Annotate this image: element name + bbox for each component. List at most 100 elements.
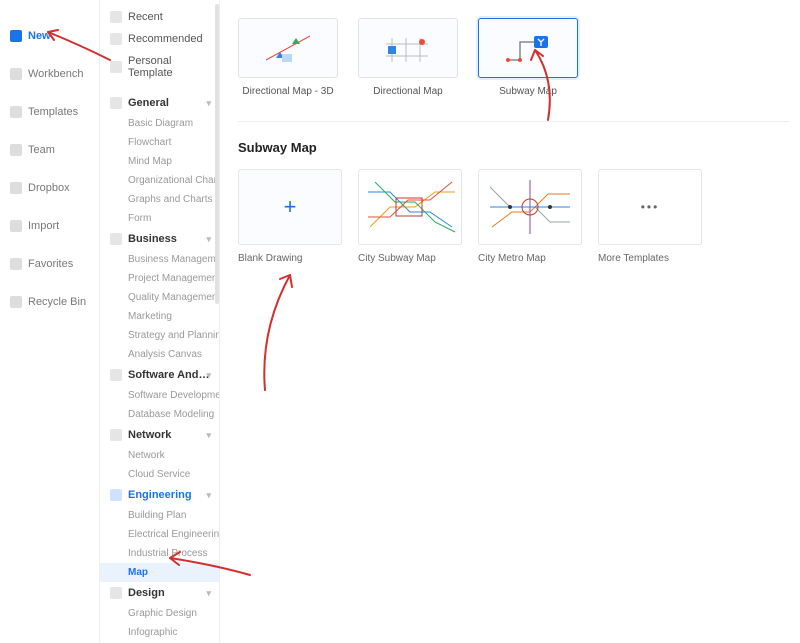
cat-general[interactable]: General ▾ — [100, 92, 219, 114]
chevron-down-icon: ▾ — [206, 430, 211, 441]
cat-sub[interactable]: Software Development — [100, 386, 219, 405]
nav-import[interactable]: Import — [0, 214, 99, 238]
cat-sub[interactable]: Building Plan — [100, 506, 219, 525]
thumb — [238, 18, 338, 78]
nav-new[interactable]: New — [0, 24, 99, 48]
sparkle-icon — [110, 33, 122, 45]
cat-sub[interactable]: Cloud Service — [100, 465, 219, 484]
nav-workbench[interactable]: Workbench — [0, 62, 99, 86]
type-subway-map[interactable]: Subway Map — [478, 18, 578, 97]
general-icon — [110, 97, 122, 109]
type-directional-3d[interactable]: Directional Map - 3D — [238, 18, 338, 97]
category-sidebar: Recent Recommended Personal Template Gen… — [100, 0, 220, 643]
nav-label: Dropbox — [28, 182, 70, 194]
diagram-type-row: Directional Map - 3D Directional Map — [238, 18, 790, 97]
cat-network[interactable]: Network ▾ — [100, 424, 219, 446]
chevron-down-icon: ▾ — [206, 370, 211, 381]
primary-sidebar: New Workbench Templates Team Dropbox Imp… — [0, 0, 100, 643]
nav-label: Templates — [28, 106, 78, 118]
cat-sub[interactable]: Basic Diagram — [100, 114, 219, 133]
cat-sub[interactable]: Database Modeling — [100, 405, 219, 424]
chevron-down-icon: ▾ — [206, 234, 211, 245]
design-icon — [110, 587, 122, 599]
cat-sub[interactable]: Business Management — [100, 250, 219, 269]
cat-engineering[interactable]: Engineering ▾ — [100, 484, 219, 506]
cat-business[interactable]: Business ▾ — [100, 228, 219, 250]
cat-sub-map[interactable]: Map — [100, 563, 219, 582]
person-icon — [110, 61, 122, 73]
subway-preview-icon — [360, 172, 460, 242]
nav-dropbox[interactable]: Dropbox — [0, 176, 99, 200]
template-row: + Blank Drawing City Subway Map — [238, 169, 790, 264]
nav-team[interactable]: Team — [0, 138, 99, 162]
thumb — [478, 18, 578, 78]
template-more[interactable]: ••• More Templates — [598, 169, 702, 264]
nav-favorites[interactable]: Favorites — [0, 252, 99, 276]
template-city-subway[interactable]: City Subway Map — [358, 169, 462, 264]
import-icon — [10, 220, 22, 232]
subway-icon — [498, 28, 558, 68]
nav-label: Import — [28, 220, 59, 232]
section-title: Subway Map — [238, 140, 790, 155]
type-directional[interactable]: Directional Map — [358, 18, 458, 97]
cat-recommended[interactable]: Recommended — [100, 28, 219, 50]
nav-label: Workbench — [28, 68, 83, 80]
chevron-down-icon: ▾ — [206, 588, 211, 599]
cat-sub[interactable]: Strategy and Planning — [100, 326, 219, 345]
template-city-metro[interactable]: City Metro Map — [478, 169, 582, 264]
cat-personal-template[interactable]: Personal Template — [100, 50, 219, 84]
code-icon — [110, 369, 122, 381]
template-label: City Metro Map — [478, 253, 582, 264]
cat-sub[interactable]: Graphic Design — [100, 604, 219, 623]
cat-sub[interactable]: Organizational Chart — [100, 171, 219, 190]
clock-icon — [110, 11, 122, 23]
chevron-down-icon: ▾ — [206, 490, 211, 501]
thumb — [478, 169, 582, 245]
cat-sub[interactable]: Project Management — [100, 269, 219, 288]
type-label: Directional Map - 3D — [238, 86, 338, 97]
cat-recent[interactable]: Recent — [100, 6, 219, 28]
templates-icon — [10, 106, 22, 118]
workbench-icon — [10, 68, 22, 80]
ellipsis-icon: ••• — [641, 200, 660, 214]
cat-sub[interactable]: Industrial Process — [100, 544, 219, 563]
thumb: + — [238, 169, 342, 245]
star-icon — [10, 258, 22, 270]
cat-sub[interactable]: Mind Map — [100, 152, 219, 171]
cat-sub[interactable]: Marketing — [100, 307, 219, 326]
metro-preview-icon — [480, 172, 580, 242]
directional-icon — [378, 28, 438, 68]
wrench-icon — [110, 489, 122, 501]
nav-templates[interactable]: Templates — [0, 100, 99, 124]
cat-software[interactable]: Software And… ▾ — [100, 364, 219, 386]
cat-sub[interactable]: Network — [100, 446, 219, 465]
nav-label: Team — [28, 144, 55, 156]
cat-sub[interactable]: Graphs and Charts — [100, 190, 219, 209]
cat-sub[interactable]: Electrical Engineering — [100, 525, 219, 544]
thumb — [358, 18, 458, 78]
plus-icon: + — [284, 194, 297, 220]
briefcase-icon — [110, 233, 122, 245]
network-icon — [110, 429, 122, 441]
team-icon — [10, 144, 22, 156]
thumb: ••• — [598, 169, 702, 245]
cat-sub[interactable]: Flowchart — [100, 133, 219, 152]
plus-icon — [10, 30, 22, 42]
cat-design[interactable]: Design ▾ — [100, 582, 219, 604]
dropbox-icon — [10, 182, 22, 194]
nav-label: New — [28, 30, 51, 42]
template-label: Blank Drawing — [238, 253, 342, 264]
template-label: City Subway Map — [358, 253, 462, 264]
nav-label: Favorites — [28, 258, 73, 270]
thumb — [358, 169, 462, 245]
cat-sub[interactable]: Form — [100, 209, 219, 228]
cat-sub[interactable]: Quality Management — [100, 288, 219, 307]
nav-label: Recycle Bin — [28, 296, 86, 308]
cat-sub[interactable]: Analysis Canvas — [100, 345, 219, 364]
scrollbar[interactable] — [215, 4, 219, 304]
template-blank[interactable]: + Blank Drawing — [238, 169, 342, 264]
type-label: Directional Map — [358, 86, 458, 97]
cat-sub[interactable]: Infographic — [100, 623, 219, 642]
trash-icon — [10, 296, 22, 308]
nav-recycle-bin[interactable]: Recycle Bin — [0, 290, 99, 314]
